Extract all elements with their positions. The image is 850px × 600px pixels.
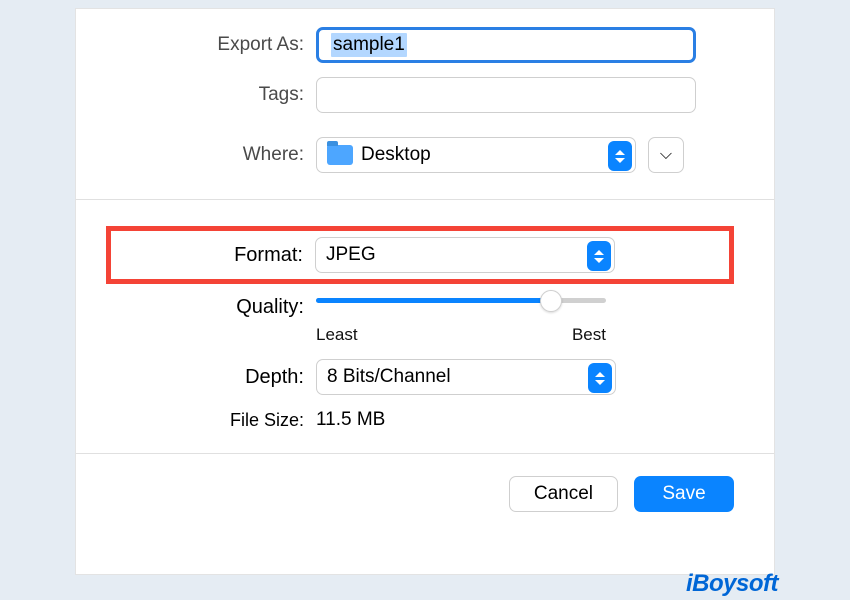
export-as-row: Export As: sample1 <box>116 27 734 63</box>
watermark-logo: iBoysoft <box>686 570 778 598</box>
stepper-icon <box>587 241 611 271</box>
tags-label: Tags: <box>116 84 316 106</box>
folder-icon <box>327 145 353 165</box>
stepper-icon <box>608 141 632 171</box>
format-highlight: Format: JPEG <box>106 226 734 284</box>
filesize-row: File Size: 11.5 MB <box>116 409 734 431</box>
tags-row: Tags: <box>116 77 734 113</box>
format-value: JPEG <box>326 244 376 266</box>
export-dialog: Export As: sample1 Tags: Where: Desktop <box>75 8 775 575</box>
section-file-location: Export As: sample1 Tags: Where: Desktop <box>76 9 774 200</box>
where-row: Where: Desktop ⌵ <box>116 137 734 173</box>
quality-min-label: Least <box>316 325 358 345</box>
filesize-label: File Size: <box>116 410 316 431</box>
section-actions: Cancel Save <box>76 454 774 528</box>
quality-slider[interactable] <box>316 294 606 303</box>
format-select[interactable]: JPEG <box>315 237 615 273</box>
depth-value: 8 Bits/Channel <box>327 366 451 388</box>
where-select[interactable]: Desktop <box>316 137 636 173</box>
where-label: Where: <box>116 144 316 166</box>
export-as-label: Export As: <box>116 34 316 56</box>
quality-slider-labels: Least Best <box>316 325 606 345</box>
tags-input[interactable] <box>316 77 696 113</box>
where-value: Desktop <box>361 144 431 166</box>
stepper-icon <box>588 363 612 393</box>
export-as-value: sample1 <box>331 33 407 57</box>
chevron-down-icon: ⌵ <box>660 146 672 164</box>
quality-max-label: Best <box>572 325 606 345</box>
format-label: Format: <box>121 244 315 267</box>
quality-row: Quality: Least Best <box>116 294 734 345</box>
filesize-value: 11.5 MB <box>316 409 385 431</box>
cancel-button[interactable]: Cancel <box>509 476 618 512</box>
depth-label: Depth: <box>116 366 316 389</box>
depth-select[interactable]: 8 Bits/Channel <box>316 359 616 395</box>
expand-location-button[interactable]: ⌵ <box>648 137 684 173</box>
depth-row: Depth: 8 Bits/Channel <box>116 359 734 395</box>
section-export-options: Format: JPEG Quality: Least <box>76 200 774 454</box>
quality-label: Quality: <box>116 294 316 319</box>
export-as-input[interactable]: sample1 <box>316 27 696 63</box>
slider-thumb[interactable] <box>540 290 562 312</box>
save-button[interactable]: Save <box>634 476 734 512</box>
